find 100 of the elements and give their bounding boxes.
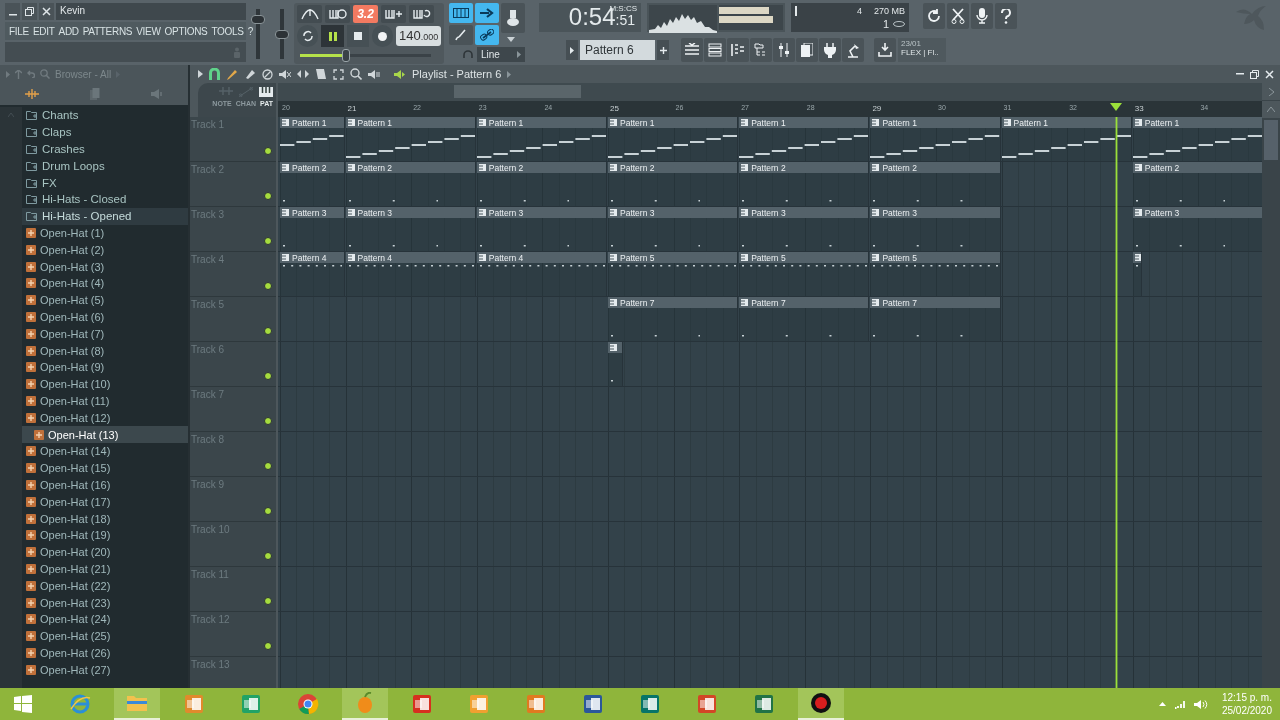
browser-item[interactable]: Chants <box>22 107 188 124</box>
pattern-clip[interactable]: Pattern 5 <box>739 252 870 296</box>
undo-button[interactable] <box>923 3 945 29</box>
channel-rack-button[interactable] <box>704 38 726 62</box>
browser-item[interactable]: Open-Hat (13) <box>22 426 188 443</box>
track-enable-dot[interactable] <box>264 642 272 650</box>
pattern-clip[interactable]: Pattern 2 <box>1132 162 1262 206</box>
close-button[interactable] <box>39 3 54 20</box>
track-enable-dot[interactable] <box>264 237 272 245</box>
browser-item[interactable]: Open-Hat (8) <box>22 342 188 359</box>
browser-item[interactable]: Open-Hat (1) <box>22 224 188 242</box>
piano-keys-button[interactable] <box>449 3 473 23</box>
menu-item[interactable]: ADD <box>58 25 79 37</box>
news-panel[interactable]: 23/01 FLEX | Fl.. <box>898 38 946 62</box>
project-button[interactable] <box>796 38 818 62</box>
browser-item[interactable]: Open-Hat (21) <box>22 560 188 578</box>
slider-thumb[interactable] <box>341 49 350 62</box>
mixer-button[interactable] <box>773 38 795 62</box>
browser-item[interactable]: Open-Hat (14) <box>22 442 188 460</box>
pattern-clip[interactable]: Pattern 1 <box>608 117 739 161</box>
scroll-thumb[interactable] <box>454 85 581 98</box>
pattern-clip[interactable]: Pattern 3 <box>870 207 1001 251</box>
pattern-clip[interactable]: Pattern 3 <box>280 207 345 251</box>
browser-item[interactable]: Hi-Hats - Closed <box>22 191 188 208</box>
playhead-line[interactable] <box>1115 117 1119 688</box>
track-enable-dot[interactable] <box>264 327 272 335</box>
pattern-clip[interactable]: Pattern 5 <box>608 252 739 296</box>
browser-item[interactable]: Open-Hat (23) <box>22 594 188 611</box>
overview-scrollbar[interactable] <box>278 83 1262 101</box>
pattern-clip[interactable]: Pattern 7 <box>739 297 870 341</box>
mute-icon[interactable] <box>279 68 291 80</box>
track-enable-dot[interactable] <box>264 372 272 380</box>
pattern-clip[interactable]: Pattern 3 <box>1132 207 1262 251</box>
pattern-clip[interactable]: Pattern 3 <box>345 207 476 251</box>
slip-icon[interactable] <box>297 69 309 79</box>
cut-button[interactable] <box>947 3 969 29</box>
select-icon[interactable] <box>333 68 344 80</box>
pattern-clip[interactable]: Pattern 3 <box>739 207 870 251</box>
metronome-button[interactable] <box>325 5 350 23</box>
pattern-clip[interactable]: Pattern 4 <box>476 252 607 296</box>
step-edit-button[interactable] <box>297 5 322 23</box>
menu-item[interactable]: FILE <box>9 25 29 37</box>
pattern-clip[interactable]: Pattern 1 <box>476 117 607 161</box>
track-enable-dot[interactable] <box>264 192 272 200</box>
track-enable-dot[interactable] <box>264 462 272 470</box>
browser-item[interactable]: FX <box>22 174 188 191</box>
stop-button[interactable] <box>346 25 369 47</box>
snap-dropdown[interactable]: Line <box>477 47 525 62</box>
browser-item[interactable]: Open-Hat (9) <box>22 358 188 376</box>
slider-thumb[interactable] <box>251 15 265 25</box>
pattern-clip[interactable] <box>1132 252 1142 296</box>
browser-item[interactable]: Open-Hat (5) <box>22 291 188 309</box>
track-enable-dot[interactable] <box>264 417 272 425</box>
track-enable-dot[interactable] <box>264 282 272 290</box>
browser-item[interactable]: Hi-Hats - Opened <box>22 207 188 225</box>
tempo-field[interactable]: 140.000 <box>396 26 441 46</box>
browser-item[interactable]: Open-Hat (11) <box>22 392 188 410</box>
knob-button[interactable] <box>501 3 525 33</box>
menu-item[interactable]: PATTERNS <box>82 25 133 37</box>
menu-item[interactable]: ? <box>247 25 253 37</box>
sparkle-icon[interactable] <box>25 89 40 99</box>
play-pause-button[interactable] <box>321 25 344 47</box>
pattern-clip[interactable]: Pattern 2 <box>739 162 870 206</box>
pattern-clip[interactable]: Pattern 2 <box>608 162 739 206</box>
browser-item[interactable]: Open-Hat (16) <box>22 476 188 494</box>
browser-item[interactable]: Open-Hat (6) <box>22 308 188 326</box>
help-button[interactable] <box>995 3 1017 29</box>
menu-arrow-icon[interactable] <box>198 70 203 78</box>
pattern-clip[interactable]: Pattern 2 <box>345 162 476 206</box>
browser-item[interactable]: Open-Hat (24) <box>22 610 188 628</box>
microphone-button[interactable] <box>971 3 993 29</box>
loop-button[interactable] <box>297 25 319 47</box>
browser-item[interactable]: Crashes <box>22 140 188 158</box>
record-button[interactable] <box>372 25 394 47</box>
download-button[interactable] <box>874 38 896 62</box>
pattern-clip[interactable]: Pattern 1 <box>280 117 345 161</box>
browser-item[interactable]: Open-Hat (27) <box>22 661 188 679</box>
browser-item[interactable]: Open-Hat (20) <box>22 543 188 561</box>
link-button[interactable] <box>475 25 499 45</box>
zoom-icon[interactable] <box>350 68 362 80</box>
browser-item[interactable]: Open-Hat (15) <box>22 459 188 477</box>
playback-icon[interactable] <box>368 68 380 80</box>
pattern-arrow-button[interactable] <box>566 40 578 60</box>
browser-item[interactable]: Open-Hat (3) <box>22 258 188 275</box>
delete-icon[interactable] <box>262 68 273 80</box>
browser-item[interactable]: Open-Hat (10) <box>22 375 188 393</box>
close-icon[interactable] <box>1265 69 1274 79</box>
pattern-clip[interactable]: Pattern 7 <box>870 297 1001 341</box>
brush-button[interactable] <box>449 25 473 45</box>
playlist-button[interactable] <box>681 38 703 62</box>
arrow-button[interactable] <box>475 3 499 23</box>
restore-button[interactable] <box>22 3 37 20</box>
pattern-clip[interactable]: Pattern 3 <box>476 207 607 251</box>
menu-item[interactable]: TOOLS <box>211 25 244 37</box>
browser-item[interactable]: Open-Hat (7) <box>22 325 188 343</box>
pattern-clip[interactable]: Pattern 1 <box>1132 117 1262 161</box>
pattern-clip[interactable]: Pattern 1 <box>1001 117 1132 161</box>
paint-icon[interactable] <box>244 68 256 80</box>
pattern-clip[interactable]: Pattern 4 <box>280 252 345 296</box>
browser-item[interactable]: Open-Hat (18) <box>22 510 188 527</box>
